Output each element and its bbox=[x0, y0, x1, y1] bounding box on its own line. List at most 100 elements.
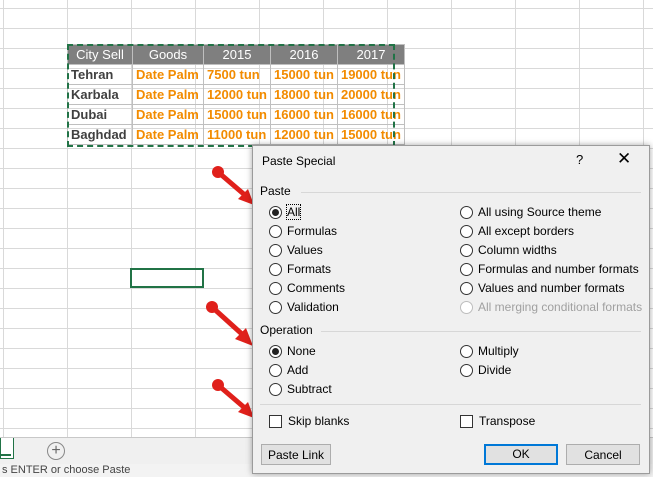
table-cell[interactable]: Karbala bbox=[67, 84, 133, 105]
radio-icon bbox=[269, 300, 282, 314]
option-label: Values bbox=[287, 243, 323, 257]
option-label: None bbox=[287, 344, 316, 358]
table-cell[interactable]: 16000 tun bbox=[336, 104, 405, 125]
option-label: Transpose bbox=[479, 414, 536, 428]
paste-section-label: Paste bbox=[260, 184, 291, 198]
checkbox-icon bbox=[269, 414, 282, 428]
radio-all-merging-conditional-formats: All merging conditional formats bbox=[460, 300, 642, 314]
table-cell[interactable]: 18000 tun bbox=[269, 84, 338, 105]
radio-icon bbox=[460, 363, 473, 377]
radio-validation[interactable]: Validation bbox=[269, 300, 339, 314]
radio-icon bbox=[269, 262, 282, 276]
close-icon[interactable]: ✕ bbox=[617, 149, 631, 169]
radio-icon bbox=[269, 363, 282, 377]
option-label: Values and number formats bbox=[478, 281, 625, 295]
divider bbox=[301, 192, 641, 193]
radio-all-source-theme[interactable]: All using Source theme bbox=[460, 205, 601, 219]
option-label: Add bbox=[287, 363, 309, 377]
option-label: Subtract bbox=[287, 382, 332, 396]
radio-subtract[interactable]: Subtract bbox=[269, 382, 332, 396]
radio-column-widths[interactable]: Column widths bbox=[460, 243, 557, 257]
radio-icon bbox=[269, 224, 282, 238]
radio-formulas-number-formats[interactable]: Formulas and number formats bbox=[460, 262, 639, 276]
ok-button[interactable]: OK bbox=[484, 444, 558, 465]
option-label: Multiply bbox=[478, 344, 519, 358]
radio-formats[interactable]: Formats bbox=[269, 262, 331, 276]
table-row: Karbala Date Palm 12000 tun 18000 tun 20… bbox=[67, 84, 405, 105]
header-cell[interactable]: 2016 bbox=[269, 44, 338, 65]
cancel-button[interactable]: Cancel bbox=[566, 444, 640, 465]
transpose-checkbox[interactable]: Transpose bbox=[460, 414, 535, 428]
table-cell[interactable]: Dubai bbox=[67, 104, 133, 125]
table-cell[interactable]: 15000 tun bbox=[269, 64, 338, 85]
header-cell[interactable]: 2015 bbox=[203, 44, 271, 65]
paste-link-button[interactable]: Paste Link bbox=[261, 444, 331, 465]
skip-blanks-checkbox[interactable]: Skip blanks bbox=[269, 414, 349, 428]
table-cell[interactable]: Date Palm bbox=[132, 64, 204, 85]
option-label: All using Source theme bbox=[478, 205, 602, 219]
radio-selected-icon bbox=[269, 205, 282, 219]
option-label: Comments bbox=[287, 281, 346, 295]
checkbox-icon bbox=[460, 414, 473, 428]
radio-multiply[interactable]: Multiply bbox=[460, 344, 519, 358]
radio-all[interactable]: All bbox=[269, 204, 302, 220]
radio-icon bbox=[460, 262, 473, 276]
table-cell[interactable]: 7500 tun bbox=[203, 64, 271, 85]
option-label: Formulas and number formats bbox=[478, 262, 639, 276]
table-cell[interactable]: 20000 tun bbox=[336, 84, 405, 105]
table-cell[interactable]: 19000 tun bbox=[336, 64, 405, 85]
table-cell[interactable]: 12000 tun bbox=[269, 124, 338, 145]
option-label: Skip blanks bbox=[288, 414, 350, 428]
option-label: Formulas bbox=[287, 224, 338, 238]
header-cell[interactable]: 2017 bbox=[336, 44, 405, 65]
table-cell[interactable]: Date Palm bbox=[132, 84, 204, 105]
option-label: Validation bbox=[287, 300, 339, 314]
table-cell[interactable]: Date Palm bbox=[132, 124, 204, 145]
option-label: All bbox=[285, 204, 302, 220]
table-cell[interactable]: Date Palm bbox=[132, 104, 204, 125]
table-row: Tehran Date Palm 7500 tun 15000 tun 1900… bbox=[67, 64, 405, 85]
option-label: Column widths bbox=[478, 243, 557, 257]
table-cell[interactable]: 12000 tun bbox=[203, 84, 271, 105]
radio-icon bbox=[460, 243, 473, 257]
radio-values[interactable]: Values bbox=[269, 243, 323, 257]
radio-comments[interactable]: Comments bbox=[269, 281, 345, 295]
radio-icon bbox=[460, 344, 473, 358]
active-cell[interactable] bbox=[130, 268, 204, 288]
table-cell[interactable]: Baghdad bbox=[67, 124, 133, 145]
table-cell[interactable]: 16000 tun bbox=[269, 104, 338, 125]
help-button[interactable]: ? bbox=[576, 152, 583, 167]
radio-formulas[interactable]: Formulas bbox=[269, 224, 337, 238]
header-cell[interactable]: City Sell bbox=[67, 44, 133, 65]
radio-selected-icon bbox=[269, 344, 282, 358]
dialog-title: Paste Special bbox=[262, 154, 336, 168]
table-row: Dubai Date Palm 15000 tun 16000 tun 1600… bbox=[67, 104, 405, 125]
radio-icon bbox=[460, 224, 473, 238]
radio-icon bbox=[269, 382, 282, 396]
arrow-pointer-icon bbox=[206, 301, 253, 346]
radio-add[interactable]: Add bbox=[269, 363, 308, 377]
operation-section-label: Operation bbox=[260, 323, 313, 337]
table-cell[interactable]: 15000 tun bbox=[203, 104, 271, 125]
data-table: City Sell Goods 2015 2016 2017 Tehran Da… bbox=[67, 44, 405, 145]
option-label: All except borders bbox=[478, 224, 575, 238]
radio-icon bbox=[460, 300, 473, 314]
radio-all-except-borders[interactable]: All except borders bbox=[460, 224, 574, 238]
divider bbox=[321, 331, 641, 332]
radio-divide[interactable]: Divide bbox=[460, 363, 511, 377]
radio-icon bbox=[269, 243, 282, 257]
radio-icon bbox=[460, 281, 473, 295]
table-row: Baghdad Date Palm 11000 tun 12000 tun 15… bbox=[67, 124, 405, 145]
option-label: All merging conditional formats bbox=[478, 300, 643, 314]
divider bbox=[260, 404, 641, 405]
add-sheet-icon[interactable]: + bbox=[47, 442, 65, 460]
table-cell[interactable]: 11000 tun bbox=[203, 124, 271, 145]
table-cell[interactable]: Tehran bbox=[67, 64, 133, 85]
paste-special-dialog: Paste Special ? ✕ Paste All Formulas Val… bbox=[252, 145, 650, 474]
header-cell[interactable]: Goods bbox=[132, 44, 204, 65]
sheet-tab[interactable] bbox=[0, 438, 14, 459]
radio-none[interactable]: None bbox=[269, 344, 316, 358]
radio-icon bbox=[460, 205, 473, 219]
table-cell[interactable]: 15000 tun bbox=[336, 124, 405, 145]
radio-values-number-formats[interactable]: Values and number formats bbox=[460, 281, 625, 295]
